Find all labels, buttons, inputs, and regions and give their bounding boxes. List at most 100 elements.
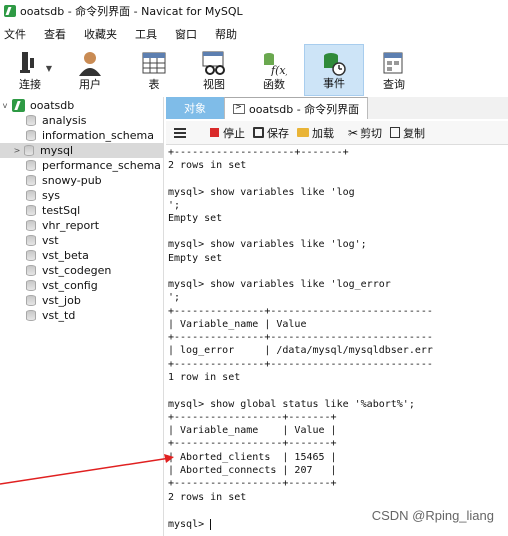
database-icon [26,220,36,231]
tree-item-snowy-pub[interactable]: snowy-pub [0,173,164,188]
console-line: +---------------+-----------------------… [168,332,433,343]
console-line: Empty set [168,253,223,264]
console-line: '; [168,292,181,303]
copy-button[interactable]: 复制 [390,125,425,141]
connection-button[interactable]: ▼ 连接 [0,44,60,96]
console-line: +---------------+-----------------------… [168,306,433,317]
command-console[interactable]: +--------------------+-------+ 2 rows in… [166,146,508,536]
mysql-connection-icon [12,99,25,112]
command-toolbar: 停止 保存 加载 ✂ 剪切 复制 [166,121,508,145]
save-label: 保存 [267,126,289,140]
tree-item-label: mysql [40,144,73,157]
console-line: +---------------+-----------------------… [168,359,433,370]
query-label: 查询 [383,78,405,91]
console-line: mysql> show global status like '%abort%'… [168,399,415,410]
tree-item-vst-beta[interactable]: vst_beta [0,248,164,263]
tree-root-label: ooatsdb [30,99,75,112]
tree-item-sys[interactable]: sys [0,188,164,203]
chevron-down-icon[interactable]: v [0,101,10,110]
console-line: | Variable_name | Value [168,319,307,330]
main-toolbar: ▼ 连接 用户 表 视图 f(x) [0,44,508,96]
view-button[interactable]: 视图 [184,44,244,96]
function-label: 函数 [263,78,285,91]
menu-tools[interactable]: 工具 [135,26,157,42]
console-line: '; [168,200,181,211]
load-button[interactable]: 加载 [297,125,334,141]
console-line: mysql> show variables like 'log'; [168,239,367,250]
table-icon [142,52,166,74]
console-line: | Variable_name | Value | [168,425,337,436]
database-tree: v ooatsdb analysis information_schema > … [0,97,164,536]
chevron-down-icon[interactable]: ▼ [46,64,52,73]
cut-label: 剪切 [360,126,383,140]
user-label: 用户 [79,78,101,91]
tree-item-label: snowy-pub [42,174,102,187]
cut-button[interactable]: ✂ 剪切 [348,125,382,141]
tab-command-line[interactable]: ooatsdb - 命令列界面 [224,97,369,119]
tree-item-label: vst [42,234,59,247]
navicat-logo-icon [4,5,16,17]
tree-item-label: performance_schema [42,159,161,172]
tree-item-vst-td[interactable]: vst_td [0,308,164,323]
menu-favorites[interactable]: 收藏夹 [84,26,117,42]
event-icon [324,53,346,76]
terminal-icon [233,102,245,114]
author-credit: CSDN @Rping_liang [371,508,494,523]
menu-view[interactable]: 查看 [44,26,66,42]
menu-help[interactable]: 帮助 [215,26,237,42]
tree-item-testsql[interactable]: testSql [0,203,164,218]
user-icon [79,52,101,76]
function-icon-text: f(x) [270,64,287,76]
tree-item-label: vst_job [42,294,81,307]
tree-item-label: vst_td [42,309,76,322]
database-icon [26,205,36,216]
database-icon [26,280,36,291]
function-button[interactable]: f(x) 函数 [244,44,304,96]
query-icon [383,52,403,74]
console-line: | Aborted_connects | 207 | [168,465,337,476]
tree-item-label: sys [42,189,60,202]
tree-item-mysql[interactable]: > mysql [0,143,164,158]
tree-item-label: information_schema [42,129,154,142]
tree-item-vst[interactable]: vst [0,233,164,248]
tree-item-vst-codegen[interactable]: vst_codegen [0,263,164,278]
table-button[interactable]: 表 [124,44,184,96]
folder-icon [297,128,309,137]
database-icon [26,295,36,306]
console-line: +------------------+-------+ [168,478,337,489]
connection-label: 连接 [19,78,41,91]
prompt-text: mysql> [168,519,211,530]
user-button[interactable]: 用户 [60,44,120,96]
menu-window[interactable]: 窗口 [175,26,197,42]
stop-label: 停止 [223,126,245,140]
tree-item-vhr-report[interactable]: vhr_report [0,218,164,233]
tree-item-label: vst_beta [42,249,89,262]
tree-item-analysis[interactable]: analysis [0,113,164,128]
copy-icon [390,127,401,138]
query-button[interactable]: 查询 [364,44,424,96]
stop-button[interactable]: 停止 [210,125,245,141]
load-label: 加载 [312,126,334,140]
database-icon [26,130,36,141]
text-caret [210,518,212,530]
tree-item-label: vhr_report [42,219,100,232]
tree-root-connection[interactable]: v ooatsdb [0,98,164,113]
event-label: 事件 [323,77,345,90]
database-icon [26,190,36,201]
event-button[interactable]: 事件 [304,44,364,96]
menu-file[interactable]: 文件 [4,26,26,42]
console-prompt[interactable]: mysql> [168,518,212,531]
tree-item-vst-job[interactable]: vst_job [0,293,164,308]
tree-item-label: vst_config [42,279,98,292]
database-icon [26,250,36,261]
menu-icon[interactable] [174,127,186,138]
console-line: | log_error | /data/mysql/mysqldbser.err [168,345,433,356]
chevron-right-icon[interactable]: > [12,146,22,155]
console-line: Empty set [168,213,223,224]
save-button[interactable]: 保存 [253,125,289,141]
tree-item-vst-config[interactable]: vst_config [0,278,164,293]
tree-item-information-schema[interactable]: information_schema [0,128,164,143]
tree-item-performance-schema[interactable]: performance_schema [0,158,164,173]
console-line: mysql> show variables like 'log_error [168,279,391,290]
tab-objects[interactable]: 对象 [166,97,224,119]
